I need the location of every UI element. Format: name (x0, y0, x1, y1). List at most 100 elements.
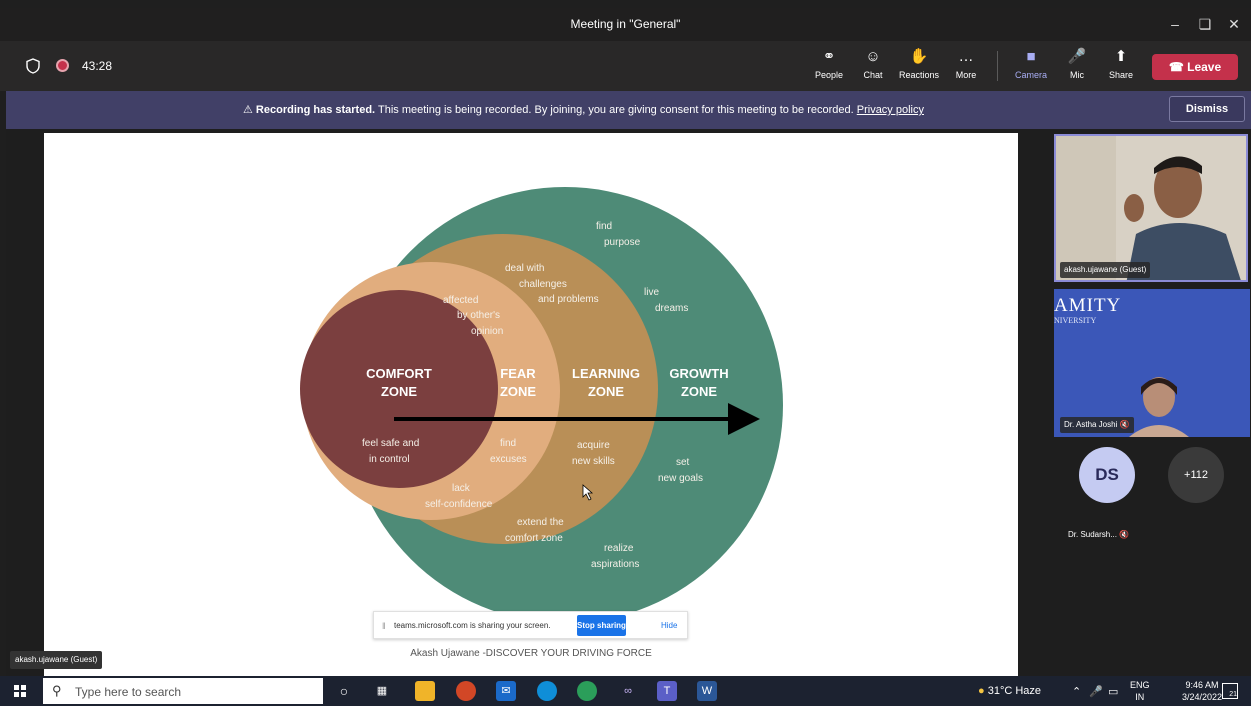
cortana-icon[interactable]: ○ (334, 681, 354, 701)
minimize-icon[interactable]: – (1163, 14, 1187, 34)
more-icon: … (958, 48, 974, 65)
windows-start-icon[interactable] (14, 685, 26, 697)
recording-indicator-icon (56, 59, 69, 72)
more-participants-button[interactable]: +112 (1168, 447, 1224, 503)
chat-button[interactable]: ☺ Chat (853, 47, 893, 87)
people-button[interactable]: ⚭ People (809, 47, 849, 87)
window-title: Meeting in "General" (570, 17, 681, 31)
edge-icon[interactable] (537, 681, 557, 701)
growth-zone-title: GROWTH (669, 366, 728, 381)
people-label: People (814, 70, 844, 80)
label-extend-the: extend the (517, 517, 564, 528)
label-acquire: acquire (577, 440, 610, 451)
powerpoint-icon[interactable] (456, 681, 476, 701)
taskbar: ⚲ Type here to search ○ ▦ ✉ ∞ T W ● 31°C… (0, 676, 1251, 706)
participants-panel: akash.ujawane (Guest) AMITY NIVERSITY Dr… (1051, 129, 1251, 676)
avatar[interactable]: DS (1079, 447, 1135, 503)
label-new-skills: new skills (572, 456, 615, 467)
participant-video-2 (1129, 377, 1189, 437)
zones-diagram: COMFORT ZONE FEAR ZONE LEARNING ZONE GRO… (300, 187, 783, 623)
file-explorer-icon[interactable] (415, 681, 435, 701)
weather-icon: ● (978, 685, 985, 697)
lang-2: IN (1135, 692, 1145, 702)
screen-share-bar: ‖ teams.microsoft.com is sharing your sc… (373, 611, 688, 639)
label-set: set (676, 457, 690, 468)
leave-button[interactable]: ☎ Leave (1152, 54, 1238, 80)
drag-handle-icon[interactable]: ‖ (382, 621, 386, 631)
mic-off-icon: 🔇 (1119, 420, 1130, 429)
clock-time: 9:46 AM (1185, 680, 1219, 690)
tray-mic-icon[interactable]: 🎤 (1089, 685, 1103, 698)
taskbar-search[interactable]: ⚲ Type here to search (43, 678, 323, 704)
fear-zone-title-2: ZONE (500, 384, 536, 399)
word-icon[interactable]: W (697, 681, 717, 701)
privacy-policy-link[interactable]: Privacy policy (857, 104, 924, 116)
avatar-name: Dr. Sudarsh... 🔇 (1068, 530, 1129, 539)
label-find: find (596, 221, 612, 232)
close-icon[interactable]: ✕ (1222, 14, 1246, 34)
search-icon: ⚲ (52, 683, 62, 698)
avatar-name-text: Dr. Sudarsh... (1068, 530, 1117, 539)
meeting-app-icon[interactable]: ∞ (618, 681, 638, 701)
learning-zone-title-2: ZONE (588, 384, 624, 399)
label-comfort-zone: comfort zone (505, 533, 563, 544)
label-lack: lack (452, 483, 471, 494)
chrome-icon[interactable] (577, 681, 597, 701)
phone-hangup-icon: ☎ (1168, 60, 1184, 74)
task-view-icon[interactable]: ▦ (372, 681, 392, 701)
label-and-problems: and problems (538, 294, 599, 305)
weather[interactable]: ● 31°C Haze (978, 685, 1041, 697)
mic-button[interactable]: 🎤 Mic (1057, 47, 1097, 87)
recording-banner: ⚠ Recording has started. This meeting is… (6, 91, 1251, 129)
presenter-name-tag: akash.ujawane (Guest) (10, 651, 103, 669)
dismiss-button[interactable]: Dismiss (1169, 96, 1245, 122)
tray-battery-icon[interactable]: ▭ (1108, 685, 1118, 698)
mail-icon[interactable]: ✉ (496, 681, 516, 701)
restore-icon[interactable]: ❏ (1193, 14, 1217, 34)
label-feel-safe: feel safe and (362, 438, 419, 449)
label-find-2: find (500, 438, 516, 449)
stop-sharing-button[interactable]: Stop sharing (577, 615, 626, 636)
teams-icon[interactable]: T (657, 681, 677, 701)
share-notice: teams.microsoft.com is sharing your scre… (394, 621, 551, 630)
mic-off-icon: 🔇 (1119, 530, 1130, 539)
chat-icon: ☺ (865, 48, 881, 65)
share-label: Share (1108, 70, 1134, 80)
clock[interactable]: 9:46 AM 3/24/2022 (1182, 679, 1222, 703)
notification-center-icon[interactable]: 21 (1222, 683, 1238, 699)
tray-chevron-icon[interactable]: ⌃ (1072, 685, 1081, 698)
label-affected: affected (443, 295, 478, 306)
participant-name: akash.ujawane (Guest) (1060, 262, 1151, 278)
camera-button[interactable]: ■ Camera (1011, 47, 1051, 87)
notification-count: 21 (1229, 691, 1237, 698)
more-label: More (955, 70, 977, 80)
mic-off-icon: 🎤 (1067, 48, 1087, 65)
search-placeholder: Type here to search (75, 685, 182, 699)
participant-video-tile-2[interactable]: AMITY NIVERSITY Dr. Astha Joshi 🔇 (1054, 289, 1250, 437)
label-dreams: dreams (655, 303, 688, 314)
camera-label: Camera (1014, 70, 1047, 80)
learning-zone-title: LEARNING (572, 366, 640, 381)
screen: Meeting in "General" – ❏ ✕ 43:28 ⚭ Peopl… (0, 0, 1251, 706)
label-opinion: opinion (471, 326, 503, 337)
amity-logo-sub: NIVERSITY (1054, 316, 1097, 325)
people-icon: ⚭ (822, 48, 836, 65)
clock-date: 3/24/2022 (1182, 692, 1223, 702)
participant-video (1056, 136, 1246, 280)
hide-button[interactable]: Hide (661, 621, 677, 630)
reactions-button[interactable]: ✋ Reactions (899, 47, 939, 87)
participant-video-tile[interactable]: akash.ujawane (Guest) (1054, 134, 1248, 282)
share-button[interactable]: ⬆ Share (1101, 47, 1141, 87)
label-aspirations: aspirations (591, 559, 639, 570)
shared-content-stage: COMFORT ZONE FEAR ZONE LEARNING ZONE GRO… (6, 129, 1051, 676)
more-button[interactable]: … More (946, 47, 986, 87)
reactions-icon: ✋ (909, 48, 929, 65)
label-live: live (644, 287, 659, 298)
weather-text: 31°C Haze (987, 685, 1042, 697)
label-in-control: in control (369, 454, 410, 465)
title-bar: Meeting in "General" – ❏ ✕ (0, 8, 1251, 41)
amity-logo: AMITY (1054, 295, 1122, 316)
label-new-goals: new goals (658, 473, 703, 484)
recording-strong: Recording has started. (255, 104, 376, 116)
language-indicator[interactable]: ENG IN (1130, 679, 1150, 703)
